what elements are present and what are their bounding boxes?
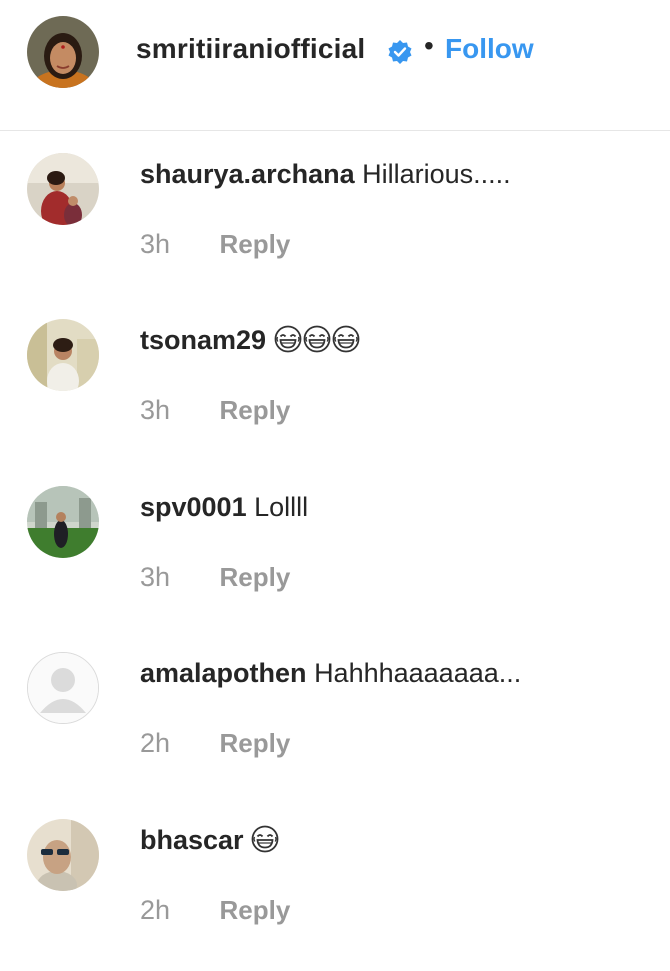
comment-item: amalapothen Hahhhaaaaaaa... 2h Reply	[0, 632, 670, 798]
profile-photo-icon	[27, 486, 99, 558]
comment-timestamp: 2h	[140, 895, 171, 925]
avatar[interactable]	[27, 319, 99, 391]
comment-username[interactable]: bhascar	[140, 825, 244, 855]
avatar[interactable]	[27, 819, 99, 891]
avatar[interactable]	[27, 153, 99, 225]
reply-button[interactable]: Reply	[220, 229, 291, 259]
laughing-emoji-icon	[251, 825, 279, 853]
comment-timestamp: 3h	[140, 395, 171, 425]
comment-text: Hahhhaaaaaaa...	[314, 658, 522, 688]
comment-item: shaurya.archana Hillarious..... 3h Reply	[0, 133, 670, 299]
separator-dot: •	[424, 30, 434, 61]
comment-item: tsonam29 3h Reply	[0, 299, 670, 465]
post-header: smritiiraniofficial • Follow	[0, 0, 670, 131]
profile-photo-icon	[27, 819, 99, 891]
laughing-emoji-icon	[274, 325, 302, 353]
comment-item: spv0001 Lollll 3h Reply	[0, 466, 670, 632]
comment-username[interactable]: shaurya.archana	[140, 159, 355, 189]
avatar[interactable]	[27, 652, 99, 724]
comment-timestamp: 3h	[140, 562, 171, 592]
reply-button[interactable]: Reply	[220, 562, 291, 592]
profile-photo-icon	[27, 153, 99, 225]
comment-timestamp: 2h	[140, 728, 171, 758]
post-author-username[interactable]: smritiiraniofficial	[136, 33, 365, 65]
verified-badge-icon	[388, 40, 412, 64]
comment-text: Lollll	[254, 492, 309, 522]
reply-button[interactable]: Reply	[220, 395, 291, 425]
laughing-emoji-icon	[303, 325, 331, 353]
comment-timestamp: 3h	[140, 229, 171, 259]
avatar[interactable]	[27, 486, 99, 558]
comment-username[interactable]: tsonam29	[140, 325, 266, 355]
comment-text	[274, 325, 361, 355]
comment-text: Hillarious.....	[362, 159, 511, 189]
laughing-emoji-icon	[332, 325, 360, 353]
follow-button[interactable]: Follow	[445, 33, 534, 65]
comment-item: bhascar 2h Reply	[0, 799, 670, 965]
comment-text	[251, 825, 280, 855]
avatar[interactable]	[27, 16, 99, 88]
reply-button[interactable]: Reply	[220, 895, 291, 925]
profile-photo-icon	[27, 319, 99, 391]
comment-username[interactable]: amalapothen	[140, 658, 307, 688]
reply-button[interactable]: Reply	[220, 728, 291, 758]
default-avatar-icon	[28, 653, 98, 723]
profile-photo-icon	[27, 16, 99, 88]
comment-username[interactable]: spv0001	[140, 492, 247, 522]
